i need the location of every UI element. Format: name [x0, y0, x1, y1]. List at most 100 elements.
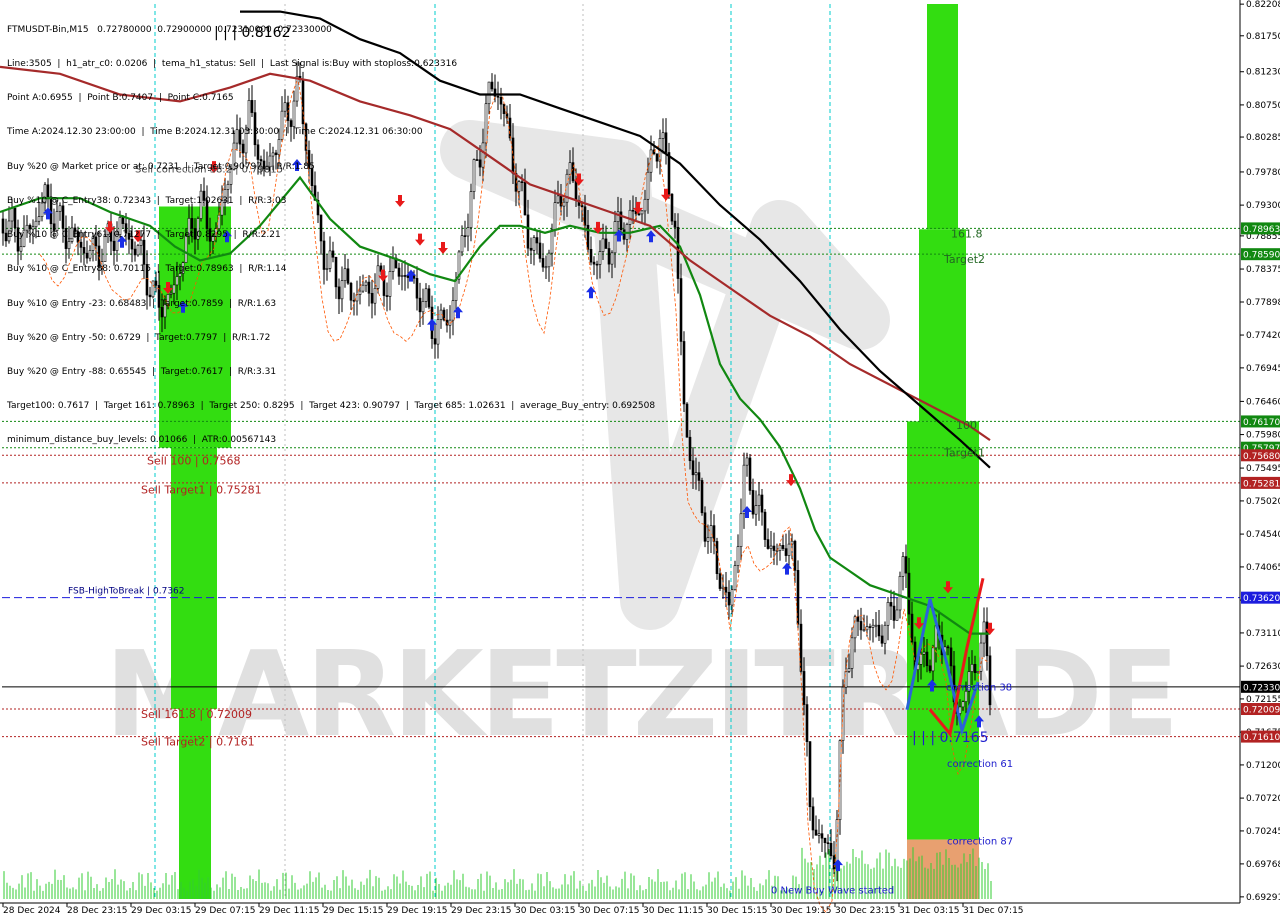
candle-body	[589, 249, 593, 263]
candle-body	[865, 626, 869, 631]
candle-body	[643, 198, 647, 212]
time-tick-label: 31 Dec 03:15	[899, 906, 960, 916]
candle-body	[64, 228, 68, 249]
label-new-buy-wave: 0 New Buy Wave started	[771, 885, 894, 896]
candle-body	[526, 214, 530, 249]
candle-body	[319, 214, 323, 242]
candle-body	[34, 220, 38, 228]
label-target-100: 100	[956, 419, 977, 432]
candle-body	[748, 457, 752, 491]
candle-body	[856, 616, 860, 622]
candle-body	[283, 102, 287, 112]
candle-body	[145, 264, 149, 296]
candle-body	[874, 624, 878, 627]
time-tick-label: 29 Dec 19:15	[387, 906, 448, 916]
candle-body	[175, 276, 179, 286]
candle-body	[784, 548, 788, 556]
price-tick-label: 0.79300	[1246, 201, 1280, 211]
candle-body	[424, 288, 428, 302]
candle-body	[85, 252, 89, 259]
candle-body	[433, 338, 437, 345]
candle-body	[331, 250, 335, 258]
candle-body	[289, 120, 293, 127]
candle-body	[184, 235, 188, 263]
candle-body	[523, 182, 527, 216]
candle-body	[367, 281, 371, 294]
candle-body	[667, 152, 671, 195]
candle-body	[982, 621, 986, 644]
candle-body	[130, 239, 134, 250]
candle-body	[601, 238, 605, 252]
candle-body	[76, 231, 80, 243]
candle-body	[961, 701, 965, 708]
candle-body	[391, 257, 395, 272]
candle-body	[592, 261, 596, 265]
candle-body	[532, 237, 536, 251]
candle-body	[475, 159, 479, 161]
candle-body	[325, 268, 329, 270]
candle-body	[772, 545, 776, 551]
price-tick-label: 0.79780	[1246, 168, 1280, 178]
candle-body	[322, 240, 326, 270]
price-tick-label: 0.69291	[1246, 893, 1280, 903]
candle-body	[931, 647, 935, 672]
price-tag-label: 0.75680	[1243, 452, 1280, 462]
price-chart[interactable]: MARKETZITRADE Sell correction 38.2 | 0.79…	[0, 0, 1280, 920]
candle-body	[220, 200, 224, 216]
price-tick-label: 0.82208	[1246, 0, 1280, 10]
candle-body	[760, 494, 764, 513]
candle-body	[211, 235, 215, 242]
candle-body	[370, 292, 374, 304]
candle-body	[160, 307, 164, 318]
candle-body	[907, 572, 911, 615]
candle-body	[655, 153, 659, 162]
candle-body	[490, 81, 494, 90]
candle-body	[337, 286, 341, 300]
candle-body	[919, 653, 923, 665]
candle-body	[679, 278, 683, 342]
candle-body	[328, 250, 332, 269]
candle-body	[478, 159, 482, 168]
candle-body	[949, 647, 953, 667]
time-tick-label: 30 Dec 03:15	[515, 906, 576, 916]
candle-body	[676, 226, 680, 279]
candle-body	[205, 200, 209, 230]
candle-body	[469, 191, 473, 228]
candle-body	[850, 637, 854, 669]
candle-body	[706, 537, 710, 542]
candle-body	[928, 665, 932, 672]
price-tick-label: 0.80750	[1246, 101, 1280, 111]
candle-body	[1, 218, 5, 234]
candle-body	[610, 252, 614, 265]
candle-body	[742, 464, 746, 515]
candle-body	[814, 829, 818, 836]
candle-body	[70, 227, 74, 242]
price-tick-label: 0.70245	[1246, 827, 1280, 837]
candle-body	[718, 573, 722, 589]
candle-body	[484, 103, 488, 144]
price-tick-label: 0.76460	[1246, 397, 1280, 407]
candle-body	[607, 248, 611, 265]
candle-body	[883, 624, 887, 644]
candle-body	[892, 605, 896, 621]
candle-body	[427, 288, 431, 308]
candle-body	[703, 512, 707, 542]
candle-body	[700, 480, 704, 514]
candle-body	[898, 575, 902, 611]
candle-body	[388, 271, 392, 297]
price-tick-label: 0.70720	[1246, 794, 1280, 804]
candle-body	[88, 250, 92, 259]
candle-body	[154, 280, 158, 286]
candle-body	[178, 273, 182, 277]
candle-body	[310, 168, 314, 186]
candle-body	[121, 217, 125, 224]
candle-body	[235, 129, 239, 144]
candle-body	[25, 224, 29, 231]
candle-body	[187, 218, 191, 237]
candle-body	[244, 129, 248, 154]
candle-body	[877, 624, 881, 637]
candle-body	[142, 239, 146, 265]
candle-body	[193, 228, 197, 240]
candle-body	[556, 195, 560, 204]
candle-body	[820, 833, 824, 839]
